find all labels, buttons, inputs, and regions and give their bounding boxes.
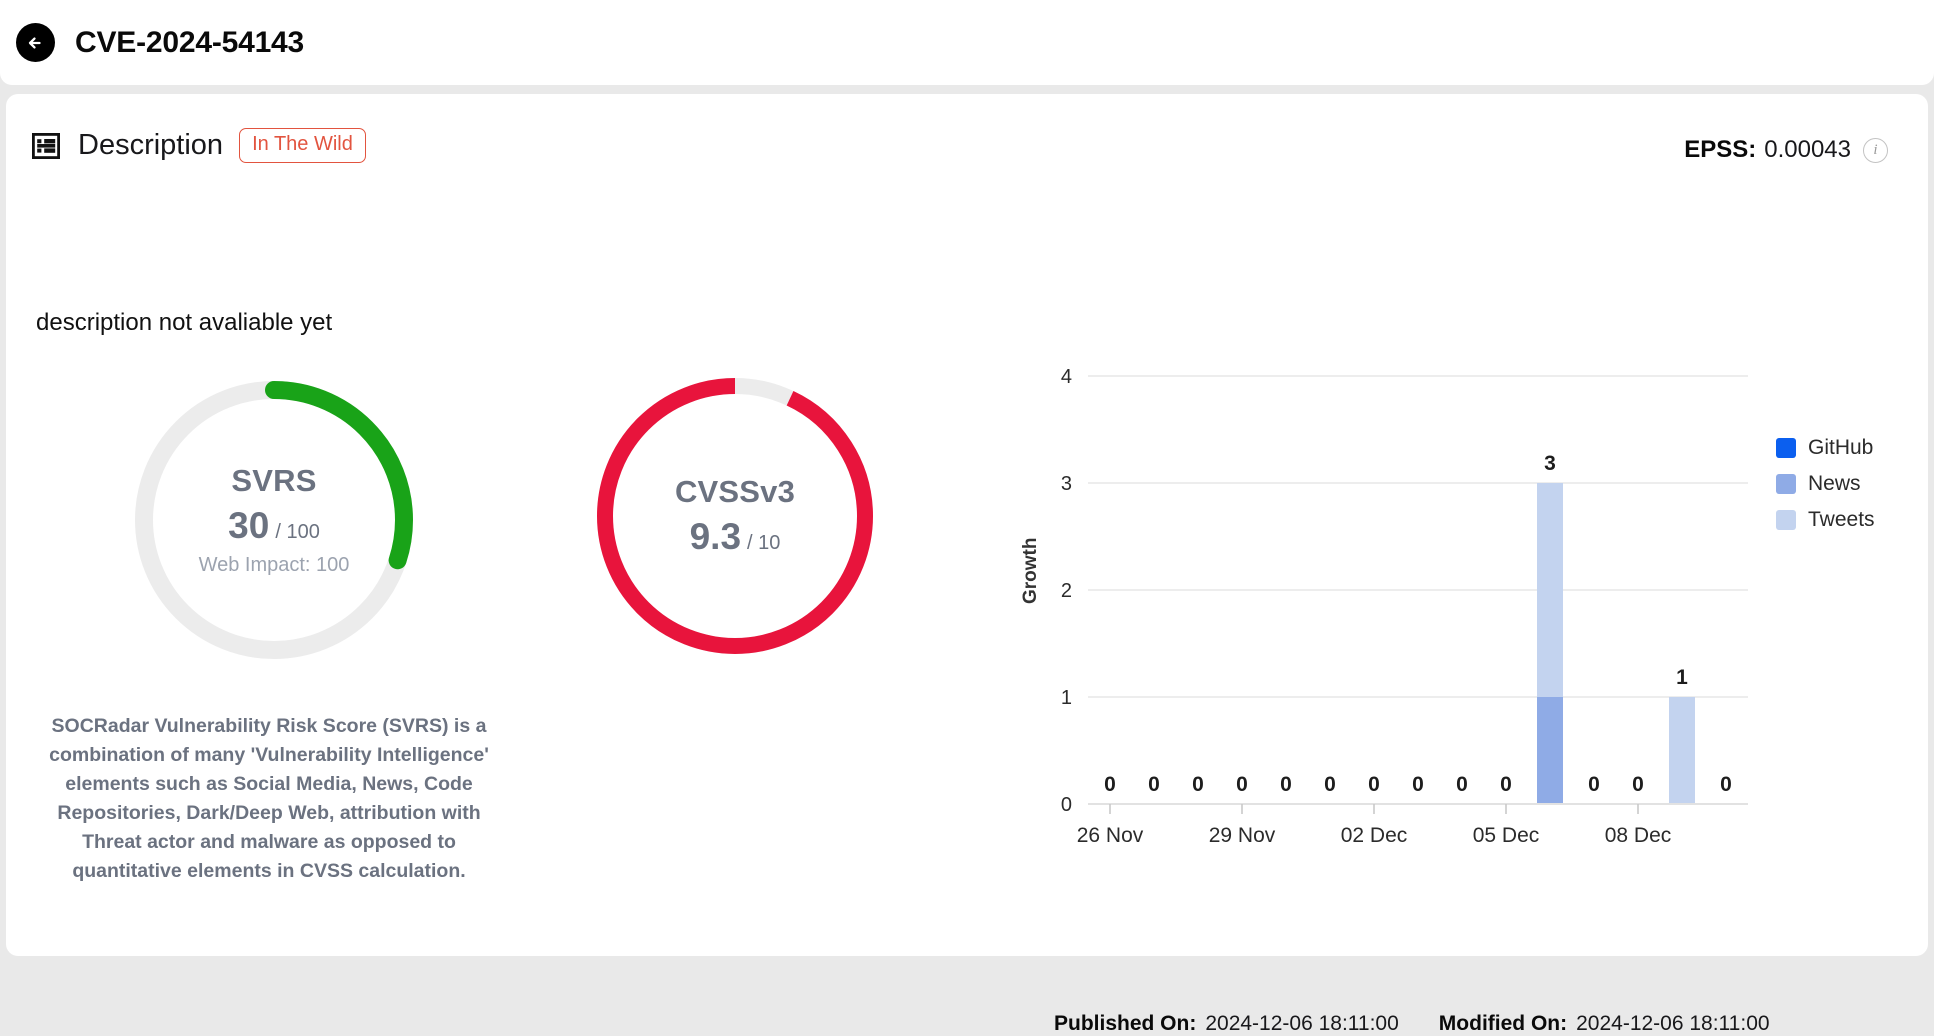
chart-bar-value-label: 0 — [1456, 773, 1468, 796]
chart-bar-value-label: 0 — [1324, 773, 1336, 796]
chart-bar-value-label: 0 — [1720, 773, 1732, 796]
chart-bar-value-label: 0 — [1500, 773, 1512, 796]
chart-legend: GitHub News Tweets — [1776, 436, 1875, 544]
chart-legend-swatch — [1776, 438, 1796, 458]
epss-section: EPSS: 0.00043 i — [1684, 136, 1888, 164]
chart-bar-value-label: 1 — [1676, 666, 1688, 689]
chart-legend-item[interactable]: Tweets — [1776, 508, 1875, 532]
chart-y-tick-label: 1 — [1061, 687, 1072, 709]
chart-legend-swatch — [1776, 510, 1796, 530]
chart-legend-item[interactable]: News — [1776, 472, 1875, 496]
main-content-card: Description In The Wild EPSS: 0.00043 i … — [6, 94, 1928, 1035]
svrs-gauge: SVRS 30 / 100 Web Impact: 100 — [120, 366, 428, 674]
chart-bar-value-label: 0 — [1236, 773, 1248, 796]
dates-footer: Published On: 2024-12-06 18:11:00 Modifi… — [1054, 1012, 1770, 1036]
svrs-explanation: SOCRadar Vulnerability Risk Score (SVRS)… — [49, 715, 489, 882]
description-body: description not avaliable yet — [36, 309, 333, 336]
chart-x-tick-label: 05 Dec — [1473, 824, 1540, 847]
modified-on-label: Modified On: — [1438, 1012, 1568, 1035]
chart-legend-label: Tweets — [1808, 508, 1875, 531]
chart-bar-segment[interactable] — [1537, 697, 1563, 804]
info-circle-icon[interactable]: i — [1863, 137, 1888, 163]
growth-chart: 0 1 2 3 4 0 0 0 0 0 0 0 0 0 0 3 0 0 1 0 26 Nov 29 Nov 02 Dec 05… — [1020, 366, 1875, 966]
chart-bar-value-label: 3 — [1544, 452, 1556, 475]
epss-label: EPSS: — [1684, 136, 1757, 163]
description-title: Description — [78, 129, 224, 161]
growth-chart-canvas: 012340 0 0 0 0 0 0 0 0 030 01026 Nov 29 Nov 02 Dec 05… — [1061, 366, 1748, 847]
chart-bar-segment[interactable] — [1669, 697, 1695, 804]
chart-legend-label: News — [1808, 472, 1861, 495]
modified-on-value: 2024-12-06 18:11:00 — [1576, 1012, 1770, 1035]
chart-bar-value-label: 0 — [1368, 773, 1380, 796]
chart-x-tick-label: 08 Dec — [1605, 824, 1672, 847]
chart-bar-value-label: 0 — [1104, 773, 1116, 796]
chart-bar-value-label: 0 — [1192, 773, 1204, 796]
page-title: CVE-2024-54143 — [75, 25, 305, 59]
chart-bar-value-label: 0 — [1412, 773, 1424, 796]
chart-legend-label: GitHub — [1808, 436, 1874, 459]
chart-x-tick-label: 26 Nov — [1077, 824, 1144, 847]
chart-bar-value-label: 0 — [1632, 773, 1644, 796]
chart-bar-value-label: 0 — [1148, 773, 1160, 796]
page-header: CVE-2024-54143 — [0, 0, 1934, 85]
chart-bar-segment[interactable] — [1537, 483, 1563, 697]
description-header: Description In The Wild — [32, 128, 366, 163]
chart-legend-swatch — [1776, 474, 1796, 494]
list-table-icon — [32, 132, 60, 159]
cvss-gauge-arc — [597, 378, 873, 654]
epss-value: 0.00043 — [1764, 136, 1851, 163]
chart-bar-value-label: 0 — [1280, 773, 1292, 796]
chart-y-tick-label: 3 — [1061, 473, 1072, 495]
published-on-value: 2024-12-06 18:11:00 — [1205, 1012, 1399, 1035]
chart-y-tick-label: 4 — [1061, 366, 1072, 388]
published-on-label: Published On: — [1054, 1012, 1197, 1035]
chart-bar-value-label: 0 — [1588, 773, 1600, 796]
cvss-gauge: CVSSv3 9.3 / 10 — [581, 362, 889, 670]
chart-legend-item[interactable]: GitHub — [1776, 436, 1875, 460]
back-button[interactable] — [16, 23, 55, 62]
in-the-wild-badge[interactable]: In The Wild — [239, 128, 366, 163]
chart-x-tick-label: 29 Nov — [1209, 824, 1276, 847]
chart-y-tick-label: 2 — [1061, 580, 1072, 602]
arrow-left-circle-icon — [28, 36, 41, 49]
chart-y-tick-label: 0 — [1061, 794, 1072, 816]
chart-x-tick-label: 02 Dec — [1341, 824, 1408, 847]
chart-y-axis-title: Growth — [1020, 537, 1041, 605]
